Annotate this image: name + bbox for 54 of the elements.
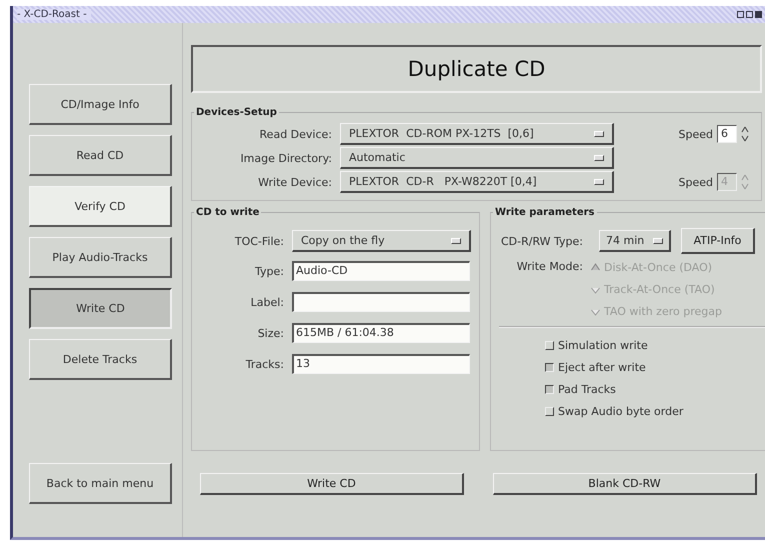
- field-label: Tracks:: [244, 358, 285, 370]
- text-field[interactable]: 615MB / 61:04.38: [292, 323, 470, 343]
- speed-label: Speed: [678, 176, 713, 188]
- field-label: Write Device:: [257, 176, 333, 188]
- field-label: Image Directory:: [239, 152, 333, 164]
- page-header: Duplicate CD: [191, 45, 762, 93]
- dropdown-icon: [594, 178, 604, 184]
- checkbox-label: Pad Tracks: [558, 382, 616, 396]
- device-dropdown[interactable]: Automatic: [340, 147, 614, 169]
- sidebar-button[interactable]: Delete Tracks: [29, 339, 172, 380]
- panel-title: Write parameters: [494, 207, 596, 218]
- speed-label: Speed: [678, 128, 713, 140]
- window-button-icon[interactable]: [737, 11, 744, 18]
- checkbox[interactable]: [545, 384, 554, 394]
- text-field[interactable]: 13: [292, 354, 470, 374]
- panel-title: Devices-Setup: [195, 107, 278, 118]
- checkbox[interactable]: [545, 362, 554, 372]
- dropdown-icon: [653, 238, 663, 244]
- toc-dropdown[interactable]: Copy on the fly: [292, 230, 471, 252]
- atip-info-button[interactable]: ATIP-Info: [681, 228, 755, 254]
- dropdown-icon: [594, 130, 604, 136]
- sidebar-button[interactable]: Verify CD: [29, 186, 172, 227]
- radio-label: TAO with zero pregap: [604, 304, 722, 318]
- minimize-icon[interactable]: [746, 11, 753, 18]
- speed-field[interactable]: 6: [717, 125, 737, 143]
- device-dropdown[interactable]: PLEXTOR CD-ROM PX-12TS [0,6]: [340, 123, 614, 145]
- panel-title: CD to write: [195, 207, 260, 218]
- window-title: - X-CD-Roast -: [17, 9, 91, 20]
- sidebar-button[interactable]: Write CD: [29, 288, 172, 329]
- field-label: Read Device:: [258, 128, 333, 140]
- sidebar-button[interactable]: CD/Image Info: [29, 84, 172, 125]
- field-label: Size:: [256, 326, 285, 340]
- checkbox-label: Simulation write: [558, 338, 648, 352]
- field-label: TOC-File:: [234, 234, 285, 248]
- text-field[interactable]: [292, 292, 470, 312]
- checkbox-label: Swap Audio byte order: [558, 404, 684, 418]
- spinner-arrows-icon[interactable]: [741, 126, 749, 142]
- radio-label: Track-At-Once (TAO): [604, 282, 715, 296]
- dropdown-icon: [594, 154, 604, 160]
- field-label: Write Mode:: [516, 259, 584, 275]
- sidebar-button[interactable]: Read CD: [29, 135, 172, 176]
- checkbox-label: Eject after write: [558, 360, 646, 374]
- cd-type-dropdown[interactable]: 74 min: [599, 230, 671, 252]
- device-dropdown[interactable]: PLEXTOR CD-R PX-W8220T [0,4]: [340, 171, 614, 193]
- field-label: Type:: [254, 264, 285, 278]
- action-button[interactable]: Blank CD-RW: [493, 473, 757, 495]
- field-label: Label:: [250, 296, 285, 308]
- text-field[interactable]: Audio-CD: [292, 261, 470, 281]
- radio-label: Disk-At-Once (DAO): [604, 260, 712, 274]
- action-button[interactable]: Write CD: [200, 473, 464, 495]
- field-label: CD-R/RW Type:: [500, 234, 584, 248]
- sidebar-button[interactable]: Play Audio-Tracks: [29, 237, 172, 278]
- dropdown-icon: [451, 238, 461, 244]
- back-button[interactable]: Back to main menu: [29, 463, 172, 504]
